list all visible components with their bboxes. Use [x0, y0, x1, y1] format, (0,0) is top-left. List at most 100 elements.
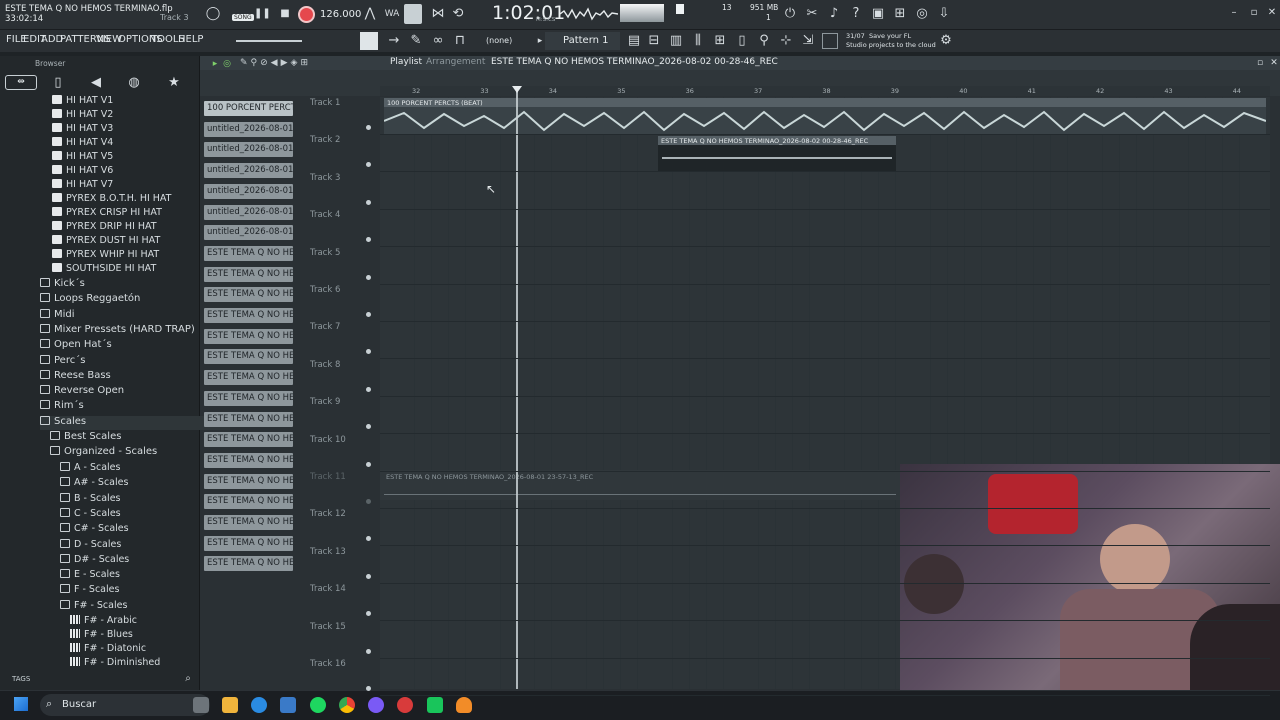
track-name[interactable]: Track 6 — [310, 285, 340, 295]
browser-file-item[interactable]: HI HAT V6 — [52, 165, 113, 179]
playhead-marker-icon[interactable] — [512, 86, 522, 93]
close-icon[interactable]: ✕ — [1264, 5, 1280, 21]
browser-file-item[interactable]: HI HAT V7 — [52, 179, 113, 193]
file-icon[interactable]: ▯ — [734, 33, 750, 49]
track-name[interactable]: Track 7 — [310, 322, 340, 332]
browser-file-item[interactable]: PYREX CRISP HI HAT — [52, 207, 162, 221]
browser-scale-file[interactable]: F# - Arabic — [70, 615, 137, 629]
menu-help[interactable]: HELP — [178, 34, 203, 45]
pattern-picker-item[interactable]: ESTE TEMA Q NO HEMOS T... — [204, 452, 293, 468]
news-icon[interactable] — [822, 33, 838, 49]
track-mute-button[interactable] — [366, 499, 371, 504]
browser-folder-item[interactable]: Reverse Open — [40, 385, 124, 399]
browser-file-item[interactable]: PYREX B.O.T.H. HI HAT — [52, 193, 172, 207]
track-mute-button[interactable] — [366, 461, 371, 467]
browser-icon[interactable]: ⊞ — [712, 33, 728, 49]
file-explorer-icon[interactable] — [222, 697, 238, 713]
pattern-picker-item[interactable]: ESTE TEMA Q NO HEMOS T... — [204, 349, 293, 365]
browser-file-item[interactable]: HI HAT V2 — [52, 109, 113, 123]
record-button[interactable] — [298, 6, 315, 23]
browser-scale-folder[interactable]: C# - Scales — [60, 523, 129, 537]
track-name[interactable]: Track 14 — [310, 584, 346, 594]
browser-file-item[interactable]: HI HAT V3 — [52, 123, 113, 137]
countdown-button[interactable] — [404, 4, 422, 24]
browser-folder-item[interactable]: Kick´s — [40, 278, 85, 292]
track-mute-button[interactable] — [366, 199, 371, 205]
magnet-icon[interactable]: ⊓ — [452, 33, 468, 49]
mixer-icon[interactable]: ⫼ — [690, 33, 706, 49]
pattern-picker-item[interactable]: ESTE TEMA Q NO HEMOS T... — [204, 245, 293, 261]
browser-file-item[interactable]: HI HAT V5 — [52, 151, 113, 165]
pattern-picker-item[interactable]: ESTE TEMA Q NO HEMOS T... — [204, 266, 293, 282]
browser-file-item[interactable]: PYREX DUST HI HAT — [52, 235, 160, 249]
browser-all-tab[interactable]: ⇹ — [5, 75, 37, 90]
spotify-icon[interactable] — [310, 697, 326, 713]
pattern-picker-item[interactable]: untitled_2026-08-01 23-... — [204, 142, 293, 158]
pattern-picker-item[interactable]: ESTE TEMA Q NO HEMOS T... — [204, 370, 293, 386]
track-name[interactable]: Track 2 — [310, 135, 340, 145]
search-icon[interactable]: ⌕ — [180, 671, 196, 687]
browser-scale-folder[interactable]: A - Scales — [60, 462, 120, 476]
blend-icon[interactable]: ⋈ — [430, 6, 446, 22]
discord-icon[interactable] — [368, 697, 384, 713]
browser-file-item[interactable]: HI HAT V1 — [52, 95, 113, 109]
browser-scale-file[interactable]: F# - Diatonic — [70, 643, 146, 657]
browser-folder-item[interactable]: Perc´s — [40, 354, 85, 369]
browser-folder-item[interactable]: Scales — [40, 415, 230, 430]
pattern-picker-item[interactable]: untitled_2026-08-01 23-... — [204, 163, 293, 179]
render-icon[interactable]: ⇲ — [800, 33, 816, 49]
browser-folder-item[interactable]: Reese Bass — [40, 369, 111, 384]
playlist-tools[interactable]: ✎⚲⊘◀▶◈⊞ — [240, 58, 311, 68]
browser-scale-folder[interactable]: C - Scales — [60, 507, 121, 522]
browser-online-icon[interactable]: ◍ — [126, 75, 142, 91]
track-name[interactable]: Track 1 — [310, 98, 340, 108]
track-name[interactable]: Track 15 — [310, 622, 346, 632]
paint-icon[interactable]: ✎ — [408, 33, 424, 49]
browser-folder-item[interactable]: Mixer Pressets (HARD TRAP) — [40, 323, 195, 338]
power-icon[interactable]: ⏻ — [782, 6, 798, 22]
edge-icon[interactable] — [251, 697, 267, 713]
maximize-icon[interactable]: ▫ — [1246, 5, 1262, 21]
track-name[interactable]: Track 12 — [310, 509, 346, 519]
main-pitch-slider[interactable] — [236, 40, 302, 42]
track-name[interactable]: Track 16 — [310, 659, 346, 669]
piano-roll-icon[interactable]: ▥ — [668, 33, 684, 49]
pattern-picker-item[interactable]: ESTE TEMA Q NO HEMOS T... — [204, 287, 293, 303]
browser-file-item[interactable]: HI HAT V4 — [52, 137, 113, 151]
browser-file-item[interactable]: PYREX WHIP HI HAT — [52, 249, 159, 263]
save-icon[interactable]: ▣ — [870, 6, 886, 22]
song-mode-badge[interactable]: SONG — [232, 14, 254, 21]
browser-folder-item[interactable]: Loops Reggaetón — [40, 293, 140, 307]
track-name[interactable]: Track 4 — [310, 210, 340, 220]
pattern-picker-item[interactable]: ESTE TEMA Q NO HEMOS T... — [204, 515, 293, 530]
windows-start-icon[interactable] — [14, 697, 28, 711]
playhead[interactable] — [516, 86, 518, 689]
browser-folder-item[interactable]: Midi — [40, 308, 75, 323]
browser-scale-folder[interactable]: B - Scales — [60, 492, 121, 507]
browser-scale-folder[interactable]: F# - Scales — [60, 599, 127, 614]
tempo-display[interactable]: 126.000 — [320, 9, 361, 20]
cut-icon[interactable]: ✂ — [804, 6, 820, 22]
record-app-icon[interactable] — [397, 697, 413, 713]
master-fader[interactable] — [676, 4, 684, 14]
browser-scale-file[interactable]: F# - Blues — [70, 629, 133, 643]
browser-file-item[interactable]: PYREX DRIP HI HAT — [52, 221, 157, 235]
browser-plugins-icon[interactable]: ◀ — [88, 75, 104, 91]
track-name[interactable]: Track 3 — [310, 173, 340, 183]
help-icon[interactable]: ? — [848, 6, 864, 22]
fl-studio-icon[interactable] — [456, 697, 472, 713]
loop-record-icon[interactable]: ◯ — [205, 6, 221, 22]
browser-subfolder-item[interactable]: Organized - Scales — [50, 446, 157, 460]
chat-icon[interactable]: ◎ — [914, 6, 930, 22]
browser-scale-folder[interactable]: D# - Scales — [60, 553, 129, 568]
pattern-picker-item[interactable]: ESTE TEMA Q NO HEMOS T... — [204, 411, 293, 427]
playlist-icon[interactable]: ▤ — [626, 33, 642, 49]
pattern-picker-item[interactable]: untitled_2026-08-01 23-... — [204, 183, 293, 199]
store-icon[interactable] — [280, 697, 296, 713]
track-name[interactable]: Track 10 — [310, 435, 346, 445]
plugin-icon[interactable]: ⚲ — [756, 33, 772, 49]
arrow-right-icon[interactable]: → — [386, 33, 402, 49]
pattern-picker-item[interactable]: ESTE TEMA Q NO HEMOS T... — [204, 308, 293, 323]
wait-icon[interactable]: WA — [384, 6, 400, 22]
track-name[interactable]: Track 5 — [310, 248, 340, 258]
